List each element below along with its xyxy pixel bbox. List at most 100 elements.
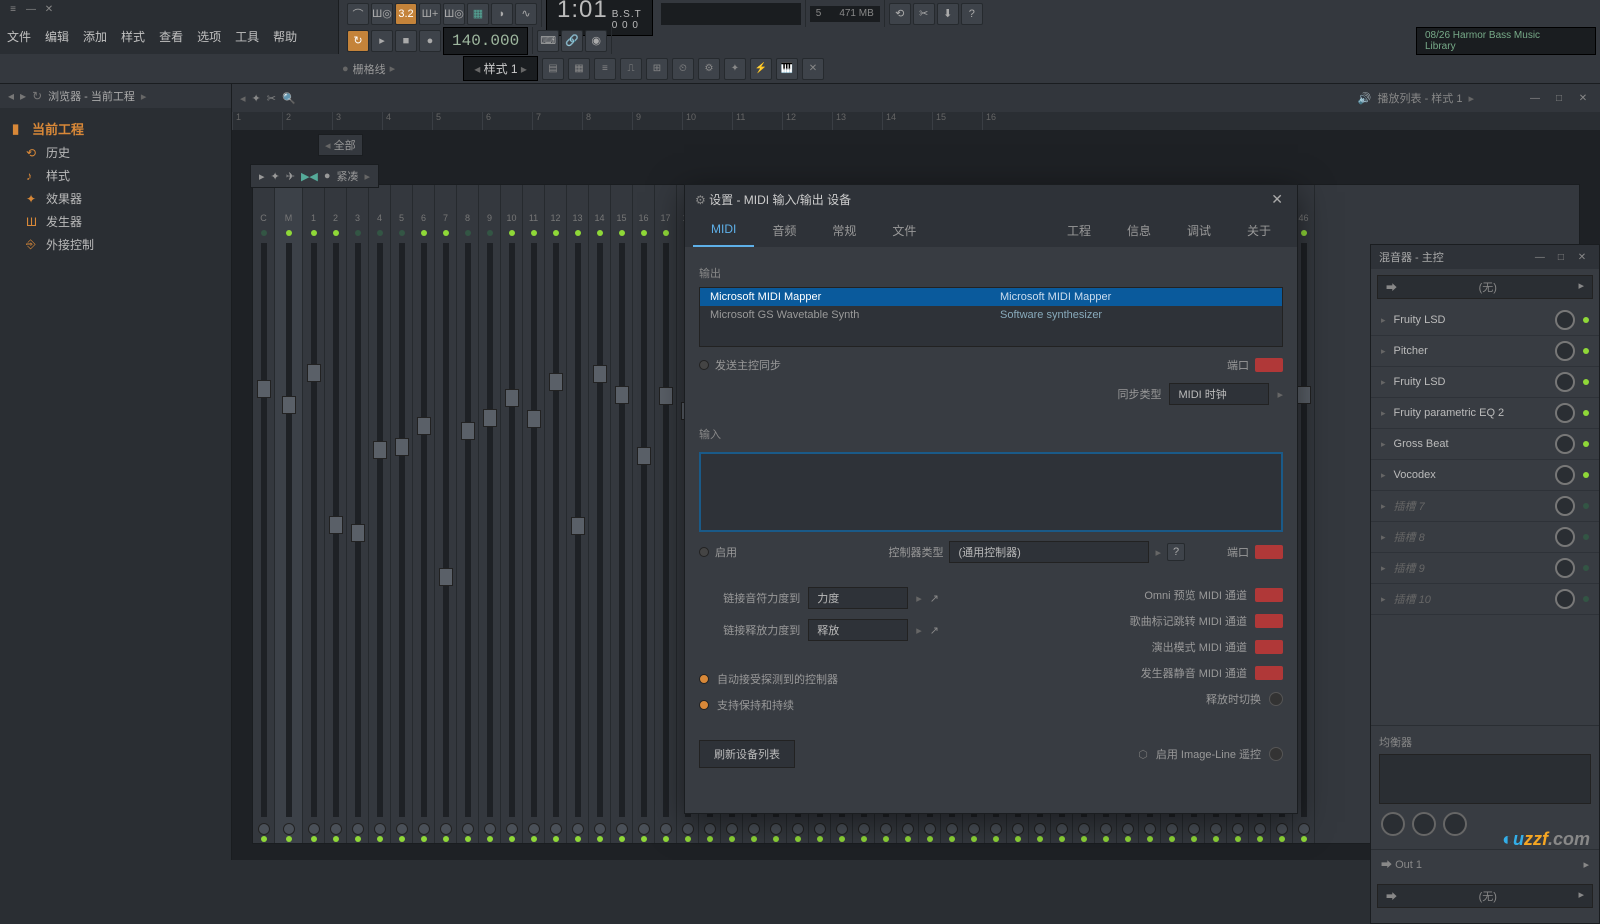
mixer-track[interactable]: 7 xyxy=(435,185,457,843)
time-sig-btn[interactable]: 3.2 xyxy=(395,3,417,25)
channel-rack-header[interactable]: ◂ 全部 xyxy=(318,134,363,156)
mixer-track[interactable]: 1 xyxy=(303,185,325,843)
mixer-track[interactable]: 16 xyxy=(633,185,655,843)
tree-item[interactable]: Ш发生器 xyxy=(8,210,223,233)
fx-slot[interactable]: ▸插槽 7 xyxy=(1371,491,1599,522)
mixer-track[interactable]: C xyxy=(253,185,275,843)
settings-tab-文件[interactable]: 文件 xyxy=(874,214,934,247)
fx-enable-led[interactable] xyxy=(1583,472,1589,478)
fx-mix-knob[interactable] xyxy=(1555,372,1575,392)
song-jump-channel[interactable] xyxy=(1255,614,1283,628)
playlist-back[interactable]: ◂ xyxy=(240,92,246,105)
fx-mix-knob[interactable] xyxy=(1555,527,1575,547)
settings-tab-音频[interactable]: 音频 xyxy=(754,214,814,247)
browser-btn[interactable]: ⊞ xyxy=(646,58,668,80)
playlist-max[interactable]: □ xyxy=(1550,90,1568,106)
pattern-mode-btn[interactable]: ↻ xyxy=(347,30,369,52)
fx-slot[interactable]: ▸Fruity LSD xyxy=(1371,367,1599,398)
settings-tab-MIDI[interactable]: MIDI xyxy=(693,214,754,247)
browser-refresh-btn[interactable]: ↻ xyxy=(32,89,42,103)
mixer-input-selector[interactable]: ⮕(无)▸ xyxy=(1377,275,1593,299)
fx-enable-led[interactable] xyxy=(1583,410,1589,416)
midi-input-list[interactable] xyxy=(699,452,1283,532)
fx-mix-knob[interactable] xyxy=(1555,496,1575,516)
eq-low-knob[interactable] xyxy=(1381,812,1405,836)
pattern-selector[interactable]: ◂ 样式 1 ▸ xyxy=(463,56,538,81)
fx-slot[interactable]: ▸Pitcher xyxy=(1371,336,1599,367)
playlist-tool-2[interactable]: ✂ xyxy=(267,92,276,105)
fx-enable-led[interactable] xyxy=(1583,596,1589,602)
link-release-selector[interactable]: 释放 xyxy=(808,619,908,641)
dialog-close-btn[interactable]: ✕ xyxy=(1267,191,1287,208)
cr-compact[interactable]: 紧凑 xyxy=(337,168,359,184)
sync-type-selector[interactable]: MIDI 时钟 xyxy=(1169,383,1269,405)
playlist-btn[interactable]: ▤ xyxy=(542,58,564,80)
menu-样式[interactable]: 样式 xyxy=(114,24,152,49)
midi-output-list[interactable]: Microsoft MIDI MapperMicrosoft MIDI Mapp… xyxy=(699,287,1283,347)
menu-文件[interactable]: 文件 xyxy=(0,24,38,49)
fx-mix-knob[interactable] xyxy=(1555,558,1575,578)
mixer-track[interactable]: 4 xyxy=(369,185,391,843)
settings-tab-信息[interactable]: 信息 xyxy=(1109,214,1169,247)
record-btn[interactable]: ● xyxy=(419,30,441,52)
minimize-icon[interactable]: — xyxy=(22,1,40,17)
typing-kbd-btn[interactable]: ⌨ xyxy=(537,30,559,52)
tree-root[interactable]: ▮当前工程 xyxy=(8,116,223,141)
fx-enable-led[interactable] xyxy=(1583,348,1589,354)
input-port-selector[interactable] xyxy=(1255,545,1283,559)
loop-rec-btn[interactable]: ▦ xyxy=(467,3,489,25)
mixer-out-selector[interactable]: ⮕ Out 1 xyxy=(1381,856,1422,872)
piano-roll-btn[interactable]: ▦ xyxy=(568,58,590,80)
snap-btn[interactable]: ⌒ xyxy=(347,3,369,25)
play-btn[interactable]: ▸ xyxy=(371,30,393,52)
menu-选项[interactable]: 选项 xyxy=(190,24,228,49)
stop-btn[interactable]: ■ xyxy=(395,30,417,52)
fx-mix-knob[interactable] xyxy=(1555,434,1575,454)
midi-output-row[interactable]: Microsoft MIDI MapperMicrosoft MIDI Mapp… xyxy=(700,288,1282,306)
tempo-display[interactable]: 140.000 xyxy=(443,27,528,55)
cr-play[interactable]: ▸ xyxy=(259,170,265,183)
link-vel-curve[interactable]: ↗ xyxy=(930,592,939,605)
cr-bird[interactable]: ✈ xyxy=(286,170,295,183)
mixer-track[interactable]: 6 xyxy=(413,185,435,843)
link-rel-curve[interactable]: ↗ xyxy=(930,624,939,637)
gen-mute-channel[interactable] xyxy=(1255,666,1283,680)
fx-mix-knob[interactable] xyxy=(1555,589,1575,609)
fx-enable-led[interactable] xyxy=(1583,534,1589,540)
menu-帮助[interactable]: 帮助 xyxy=(266,24,304,49)
fx-mix-knob[interactable] xyxy=(1555,465,1575,485)
tool-btn-3[interactable]: 🎹 xyxy=(776,58,798,80)
mixer-track[interactable]: 17 xyxy=(655,185,677,843)
tree-item[interactable]: ⎆外接控制 xyxy=(8,233,223,256)
menu-编辑[interactable]: 编辑 xyxy=(38,24,76,49)
menu-icon[interactable]: ≡ xyxy=(4,1,22,17)
fx-enable-led[interactable] xyxy=(1583,317,1589,323)
fx-mix-knob[interactable] xyxy=(1555,341,1575,361)
cr-lock[interactable]: ● xyxy=(324,170,331,182)
ctrl-help-btn[interactable]: ? xyxy=(1167,543,1185,561)
mixer-track[interactable]: 9 xyxy=(479,185,501,843)
perf-channel[interactable] xyxy=(1255,640,1283,654)
settings-tab-常规[interactable]: 常规 xyxy=(814,214,874,247)
close-all-btn[interactable]: ✕ xyxy=(802,58,824,80)
mixer-output-selector[interactable]: ⮕(无)▸ xyxy=(1377,884,1593,908)
browser-back-btn[interactable]: ◂ xyxy=(8,89,14,103)
mixer-track[interactable]: 14 xyxy=(589,185,611,843)
sustain-toggle[interactable] xyxy=(699,700,709,710)
mixer-track[interactable]: 3 xyxy=(347,185,369,843)
count-btn[interactable]: Ш◎ xyxy=(443,3,465,25)
mixer-track[interactable]: 10 xyxy=(501,185,523,843)
send-sync-toggle[interactable] xyxy=(699,360,709,370)
refresh-devices-btn[interactable]: 刷新设备列表 xyxy=(699,740,795,768)
settings-tab-关于[interactable]: 关于 xyxy=(1229,214,1289,247)
omni-channel[interactable] xyxy=(1255,588,1283,602)
ctrl-type-selector[interactable]: (通用控制器) xyxy=(949,541,1149,563)
mixer-track[interactable]: 5 xyxy=(391,185,413,843)
eq-mid-knob[interactable] xyxy=(1412,812,1436,836)
fx-slot[interactable]: ▸Gross Beat xyxy=(1371,429,1599,460)
enable-input-toggle[interactable] xyxy=(699,547,709,557)
release-switch-toggle[interactable] xyxy=(1269,692,1283,706)
plugin-btn[interactable]: ⚙ xyxy=(698,58,720,80)
menu-查看[interactable]: 查看 xyxy=(152,24,190,49)
grid-label[interactable]: 栅格线 xyxy=(353,61,386,77)
